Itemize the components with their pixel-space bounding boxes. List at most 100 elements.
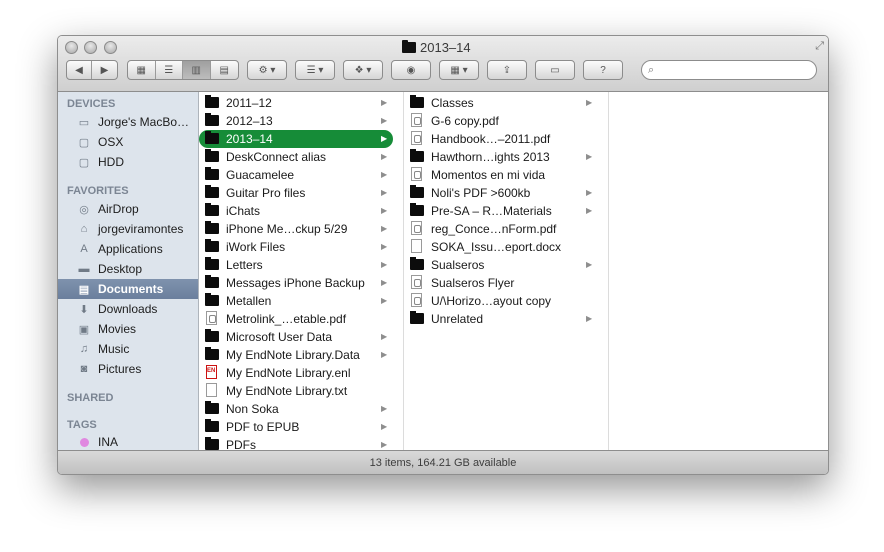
section-tags: TAGS <box>67 419 97 431</box>
sidebar-item-movies[interactable]: ▣ Movies <box>58 319 198 339</box>
list-item[interactable]: 2013–14 ▶ <box>199 130 393 148</box>
list-item[interactable]: Metrolink_…etable.pdf <box>199 310 393 328</box>
folder-icon <box>410 185 424 198</box>
list-item-label: Momentos en mi vida <box>431 168 546 182</box>
dropbox-button[interactable]: ❖ ▾ <box>343 60 383 80</box>
list-item[interactable]: iChats ▶ <box>199 202 393 220</box>
list-item[interactable]: Momentos en mi vida <box>404 166 598 184</box>
search-field[interactable]: ⌕ <box>641 60 817 80</box>
forward-arrow-icon: ▶ <box>100 64 109 76</box>
help-button[interactable]: ? <box>583 60 623 80</box>
status-text: 13 items, 164.21 GB available <box>369 457 517 469</box>
share-icon: ⇪ <box>502 64 512 76</box>
list-item[interactable]: SOKA_Issu…eport.docx <box>404 238 598 256</box>
desktop-icon: ▬ <box>78 263 90 275</box>
sidebar-item-label: Documents <box>98 282 164 296</box>
list-item[interactable]: Unrelated ▶ <box>404 310 598 328</box>
list-item[interactable]: Sualseros ▶ <box>404 256 598 274</box>
document-icon <box>411 239 422 253</box>
list-item[interactable]: Guacamelee ▶ <box>199 166 393 184</box>
sidebar-item-label: Music <box>98 342 130 356</box>
downloads-icon: ⬇ <box>79 303 89 316</box>
back-button[interactable]: ◀ <box>67 61 93 79</box>
sidebar-item-home[interactable]: ⌂ jorgeviramontes <box>58 219 198 239</box>
list-item[interactable]: 2012–13 ▶ <box>199 112 393 130</box>
list-item[interactable]: My EndNote Library.Data ▶ <box>199 346 393 364</box>
folder-icon <box>402 39 416 53</box>
list-item[interactable]: Letters ▶ <box>199 256 393 274</box>
list-item[interactable]: Messages iPhone Backup ▶ <box>199 274 393 292</box>
sidebar-item-music[interactable]: ♫ Music <box>58 339 198 359</box>
list-item[interactable]: Classes ▶ <box>404 94 598 112</box>
sidebar-item-pictures[interactable]: ◙ Pictures <box>58 359 198 379</box>
list-item[interactable]: Non Soka ▶ <box>199 400 393 418</box>
list-item[interactable]: G-6 copy.pdf <box>404 112 598 130</box>
list-item[interactable]: Hawthorn…ights 2013 ▶ <box>404 148 598 166</box>
action-button[interactable]: ⚙ ▾ <box>247 60 287 80</box>
list-item-label: G-6 copy.pdf <box>431 114 499 128</box>
sidebar-item-desktop[interactable]: ▬ Desktop <box>58 259 198 279</box>
movies-icon: ▣ <box>78 323 90 336</box>
finder-window: 2013–14 ⤢ ◀ ▶ ▦ ☰ ▥ ▤ ⚙ ▾ ☰ ▾ ❖ ▾ ◉ ▦ ▾ … <box>57 35 829 475</box>
sidebar-item-macbook[interactable]: ▭ Jorge's MacBo… <box>58 112 198 132</box>
list-item[interactable]: Handbook…–2011.pdf <box>404 130 598 148</box>
list-item[interactable]: Guitar Pro files ▶ <box>199 184 393 202</box>
hard-drive-icon: ▢ <box>78 136 90 149</box>
list-item[interactable]: 2011–12 ▶ <box>199 94 393 112</box>
forward-button[interactable]: ▶ <box>92 61 117 79</box>
sidebar-item-applications[interactable]: A Applications <box>58 239 198 259</box>
sidebar-item-airdrop[interactable]: ◎ AirDrop <box>58 199 198 219</box>
disclosure-arrow-icon: ▶ <box>381 98 388 107</box>
disclosure-arrow-icon: ▶ <box>381 260 388 269</box>
sidebar-item-documents[interactable]: ▤ Documents <box>58 279 198 299</box>
list-item[interactable]: Pre-SA – R…Materials ▶ <box>404 202 598 220</box>
coverflow-view-icon: ▤ <box>219 64 229 76</box>
zoom-icon[interactable] <box>104 41 117 54</box>
list-item[interactable]: Noli's PDF >600kb ▶ <box>404 184 598 202</box>
list-view-button[interactable]: ☰ <box>156 61 183 79</box>
icon-view-button[interactable]: ▦ <box>128 61 156 79</box>
disclosure-arrow-icon: ▶ <box>381 296 388 305</box>
disclosure-arrow-icon: ▶ <box>586 260 593 269</box>
list-item[interactable]: Metallen ▶ <box>199 292 393 310</box>
sidebar-item-tag-ina[interactable]: INA <box>58 432 198 452</box>
back-forward-control: ◀ ▶ <box>66 60 118 80</box>
folder-icon <box>205 131 219 144</box>
search-input[interactable] <box>658 63 803 77</box>
arrange-button[interactable]: ☰ ▾ <box>295 60 335 80</box>
list-item[interactable]: PDF to EPUB ▶ <box>199 418 393 436</box>
disclosure-arrow-icon: ▶ <box>381 152 388 161</box>
list-item[interactable]: iWork Files ▶ <box>199 238 393 256</box>
list-item[interactable]: Microsoft User Data ▶ <box>199 328 393 346</box>
sidebar-item-hdd[interactable]: ▢ HDD <box>58 152 198 172</box>
list-item[interactable]: U/\Horizo…ayout copy <box>404 292 598 310</box>
close-icon[interactable] <box>65 41 78 54</box>
list-item[interactable]: DeskConnect alias ▶ <box>199 148 393 166</box>
disclosure-arrow-icon: ▶ <box>586 98 593 107</box>
list-item[interactable]: Sualseros Flyer <box>404 274 598 292</box>
list-item[interactable]: My EndNote Library.txt <box>199 382 393 400</box>
list-item[interactable]: reg_Conce…nForm.pdf <box>404 220 598 238</box>
sidebar-item-label: OSX <box>98 135 124 149</box>
sidebar-item-label: HDD <box>98 155 124 169</box>
list-item[interactable]: My EndNote Library.enl <box>199 364 393 382</box>
title-bar: 2013–14 ⤢ ◀ ▶ ▦ ☰ ▥ ▤ ⚙ ▾ ☰ ▾ ❖ ▾ ◉ ▦ ▾ … <box>58 36 828 92</box>
list-item-label: Messages iPhone Backup <box>226 276 365 290</box>
share-button[interactable]: ⇪ <box>487 60 527 80</box>
list-item-label: Hawthorn…ights 2013 <box>431 150 550 164</box>
quicklook-button[interactable]: ◉ <box>391 60 431 80</box>
fullscreen-icon[interactable]: ⤢ <box>815 40 824 53</box>
dropbox-icon: ❖ ▾ <box>354 64 372 76</box>
columns-button[interactable]: ▦ ▾ <box>439 60 479 80</box>
disclosure-arrow-icon: ▶ <box>381 332 388 341</box>
sidebar-item-osx[interactable]: ▢ OSX <box>58 132 198 152</box>
list-item[interactable]: iPhone Me…ckup 5/29 ▶ <box>199 220 393 238</box>
toggle-button[interactable]: ▭ <box>535 60 575 80</box>
sidebar-item-downloads[interactable]: ⬇ Downloads <box>58 299 198 319</box>
folder-icon <box>205 113 219 126</box>
column-view-button[interactable]: ▥ <box>183 61 211 79</box>
sidebar-item-label: Downloads <box>98 302 158 316</box>
coverflow-view-button[interactable]: ▤ <box>211 61 238 79</box>
minimize-icon[interactable] <box>84 41 97 54</box>
disclosure-arrow-icon: ▶ <box>381 278 388 287</box>
